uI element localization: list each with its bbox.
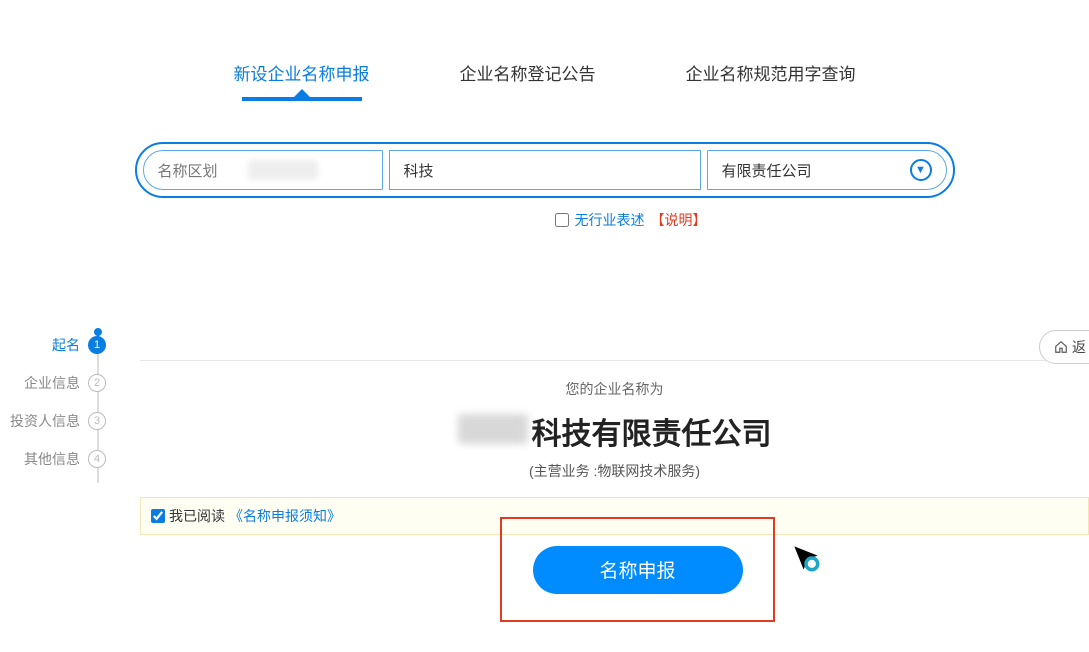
step-label: 起名 (10, 335, 80, 355)
step-label: 投资人信息 (10, 411, 80, 431)
name-preview-panel: 您的企业名称为 科技有限责任公司 (主营业务 :物联网技术服务) (140, 360, 1089, 481)
home-icon (1054, 340, 1068, 354)
back-button[interactable]: 返 (1039, 330, 1089, 364)
region-value-redacted (248, 160, 318, 180)
step-company-info[interactable]: 企业信息 2 (10, 373, 106, 393)
agree-notice-link[interactable]: 《名称申报须知》 (229, 506, 341, 526)
tab-name-register-notice[interactable]: 企业名称登记公告 (460, 60, 596, 97)
no-industry-label: 无行业表述 (575, 210, 645, 230)
company-type-select[interactable]: 有限责任公司 ▼ (707, 150, 947, 190)
step-nav: 起名 1 企业信息 2 投资人信息 3 其他信息 4 (10, 335, 106, 487)
step-label: 企业信息 (10, 373, 80, 393)
cursor-icon (792, 544, 820, 572)
main-business: (主营业务 :物联网技术服务) (140, 461, 1089, 481)
no-industry-explain-link[interactable]: 【说明】 (651, 210, 707, 230)
region-placeholder: 名称区划 (158, 160, 218, 181)
chevron-down-icon: ▼ (910, 159, 932, 181)
name-compose-bar: 名称区划 科技 有限责任公司 ▼ (135, 142, 955, 198)
tab-name-standard-query[interactable]: 企业名称规范用字查询 (686, 60, 856, 97)
agree-checkbox[interactable] (151, 509, 165, 523)
step-label: 其他信息 (10, 449, 80, 469)
step-number: 2 (88, 374, 106, 392)
region-select[interactable]: 名称区划 (143, 150, 383, 190)
preview-hint: 您的企业名称为 (140, 379, 1089, 399)
industry-input[interactable]: 科技 (389, 150, 701, 190)
type-value: 有限责任公司 (722, 160, 812, 181)
no-industry-row: 无行业表述 【说明】 (135, 210, 955, 230)
tab-bar: 新设企业名称申报 企业名称登记公告 企业名称规范用字查询 (0, 60, 1089, 97)
step-number: 1 (88, 336, 106, 354)
agree-prefix: 我已阅读 (169, 506, 225, 526)
submit-highlight-box: 名称申报 (500, 517, 775, 622)
step-number: 4 (88, 450, 106, 468)
no-industry-checkbox[interactable] (555, 213, 569, 227)
industry-value: 科技 (404, 160, 434, 181)
name-prefix-redacted (458, 414, 528, 444)
tab-new-name-apply[interactable]: 新设企业名称申报 (234, 60, 370, 97)
back-label: 返 (1072, 337, 1086, 357)
step-other-info[interactable]: 其他信息 4 (10, 449, 106, 469)
name-suffix: 科技有限责任公司 (532, 409, 772, 453)
submit-name-apply-button[interactable]: 名称申报 (533, 546, 743, 594)
tab-label: 企业名称登记公告 (460, 65, 596, 84)
tab-label: 新设企业名称申报 (234, 65, 370, 84)
preview-company-name: 科技有限责任公司 (140, 409, 1089, 453)
step-number: 3 (88, 412, 106, 430)
step-investor-info[interactable]: 投资人信息 3 (10, 411, 106, 431)
tab-label: 企业名称规范用字查询 (686, 65, 856, 84)
step-naming[interactable]: 起名 1 (10, 335, 106, 355)
